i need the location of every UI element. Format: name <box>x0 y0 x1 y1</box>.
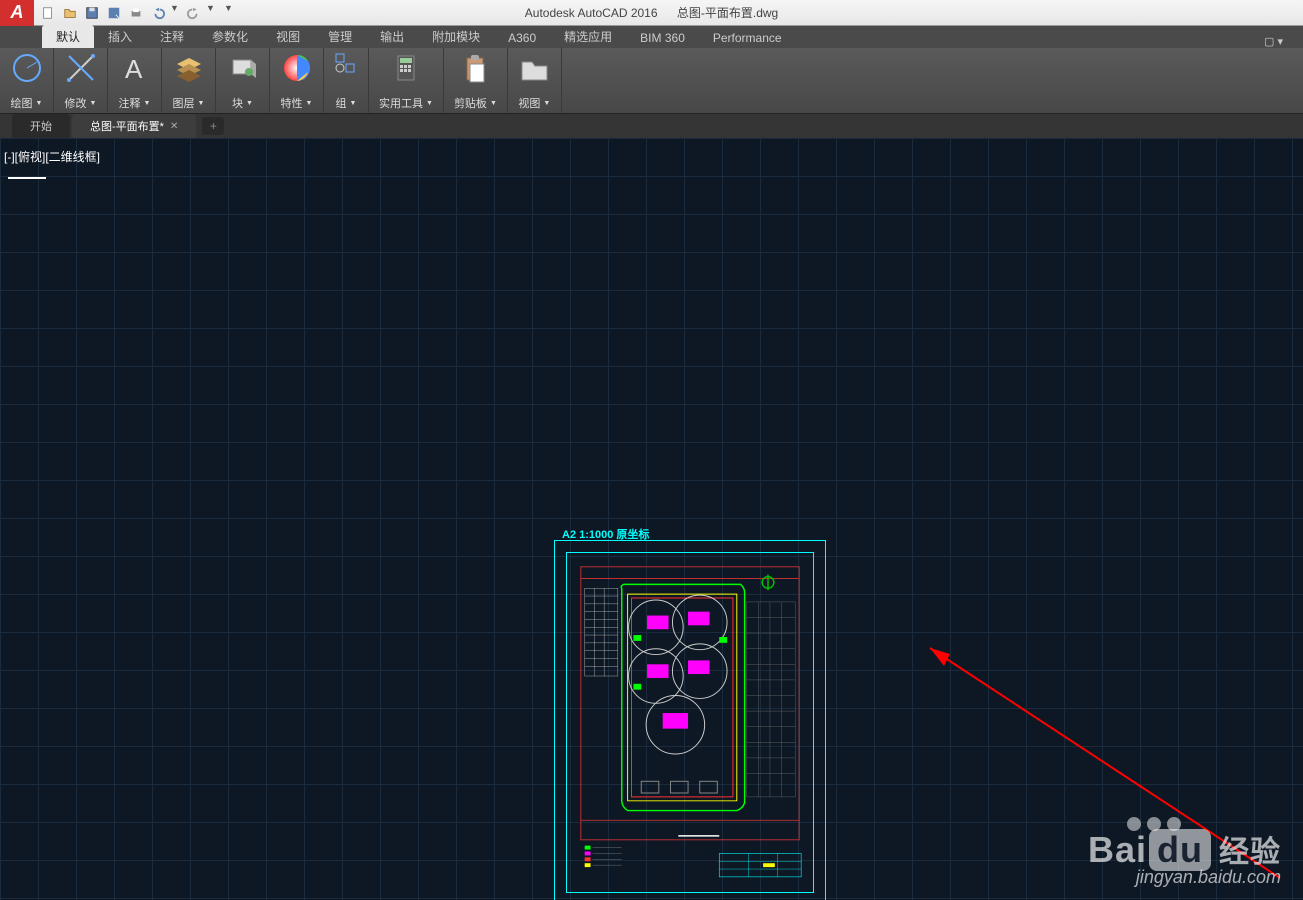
title-bar: A ▼ ▼ ▼ Autodesk AutoCAD 2016 总图-平面布置.dw… <box>0 0 1303 26</box>
svg-text:A: A <box>125 54 143 84</box>
ribbon-tabstrip: 默认 插入 注释 参数化 视图 管理 输出 附加模块 A360 精选应用 BIM… <box>0 26 1303 48</box>
app-name: Autodesk AutoCAD 2016 <box>525 6 658 20</box>
ribbon-tab-output[interactable]: 输出 <box>366 25 418 48</box>
panel-draw[interactable]: 绘图▼ <box>0 48 54 113</box>
panel-annot-label: 注释 <box>119 95 141 111</box>
ribbon-tab-addins[interactable]: 附加模块 <box>418 25 494 48</box>
app-logo[interactable]: A <box>0 0 34 26</box>
ribbon-tab-a360[interactable]: A360 <box>494 28 550 48</box>
document-tabs: 开始 总图-平面布置* ✕ + <box>0 114 1303 138</box>
calculator-icon <box>390 52 422 84</box>
qat-customize-dropdown[interactable]: ▼ <box>224 3 236 23</box>
file-name: 总图-平面布置.dwg <box>677 6 778 20</box>
ribbon-tab-default[interactable]: 默认 <box>42 25 94 48</box>
wm-brand: Bai <box>1088 829 1147 870</box>
ribbon-tab-bim360[interactable]: BIM 360 <box>626 28 699 48</box>
qat-print-icon[interactable] <box>126 3 146 23</box>
qat-redo-icon[interactable] <box>184 3 204 23</box>
ribbon-minimize[interactable]: ▢ ▾ <box>1264 35 1283 48</box>
ribbon-tab-view[interactable]: 视图 <box>262 25 314 48</box>
qat-new-icon[interactable] <box>38 3 58 23</box>
panel-properties[interactable]: 特性▼ <box>270 48 324 113</box>
panel-group[interactable]: 组▼ <box>324 48 369 113</box>
panel-clipboard[interactable]: 剪贴板▼ <box>444 48 508 113</box>
qat-undo-dropdown[interactable]: ▼ <box>170 3 182 23</box>
panel-util-label: 实用工具 <box>379 95 423 111</box>
group-icon <box>334 52 358 76</box>
tab-add-button[interactable]: + <box>202 117 224 135</box>
modify-icon <box>65 52 97 84</box>
ribbon-tab-manage[interactable]: 管理 <box>314 25 366 48</box>
folder-view-icon <box>518 52 550 84</box>
draw-circle-icon <box>11 52 43 84</box>
panel-layer[interactable]: 图层▼ <box>162 48 216 113</box>
panel-annotation[interactable]: A 注释▼ <box>108 48 162 113</box>
panel-block[interactable]: 块▼ <box>216 48 270 113</box>
ribbon-tab-parametric[interactable]: 参数化 <box>198 25 262 48</box>
tab-document[interactable]: 总图-平面布置* ✕ <box>72 114 196 138</box>
wm-du: du <box>1149 829 1211 871</box>
ribbon-tab-featured[interactable]: 精选应用 <box>550 25 626 48</box>
qat-saveas-icon[interactable] <box>104 3 124 23</box>
properties-icon <box>281 52 313 84</box>
drawing-content <box>573 559 807 881</box>
block-icon <box>227 52 259 84</box>
qat-save-icon[interactable] <box>82 3 102 23</box>
panel-draw-label: 绘图 <box>11 95 33 111</box>
drawing-canvas[interactable]: [-][俯视][二维线框] A2 1:1000 原坐标 <box>0 138 1303 900</box>
qat-undo-icon[interactable] <box>148 3 168 23</box>
qat-open-icon[interactable] <box>60 3 80 23</box>
sheet-inner-frame <box>566 552 814 893</box>
viewport-label[interactable]: [-][俯视][二维线框] <box>4 148 100 165</box>
panel-prop-label: 特性 <box>281 95 303 111</box>
qat-redo-dropdown[interactable]: ▼ <box>206 3 218 23</box>
panel-clip-label: 剪贴板 <box>454 95 487 111</box>
close-icon[interactable]: ✕ <box>170 121 178 132</box>
clipboard-icon <box>459 52 491 84</box>
text-icon: A <box>119 52 151 84</box>
panel-layer-label: 图层 <box>173 95 195 111</box>
ribbon: 绘图▼ 修改▼ A 注释▼ 图层▼ 块▼ 特性▼ 组▼ 实用工具▼ 剪贴板▼ 视… <box>0 48 1303 114</box>
tab-start[interactable]: 开始 <box>12 114 70 138</box>
quick-access-toolbar: ▼ ▼ ▼ <box>38 3 236 23</box>
ribbon-tab-insert[interactable]: 插入 <box>94 25 146 48</box>
tab-document-label: 总图-平面布置* <box>90 118 164 134</box>
ribbon-tab-annotate[interactable]: 注释 <box>146 25 198 48</box>
panel-block-label: 块 <box>232 95 243 111</box>
panel-modify-label: 修改 <box>65 95 87 111</box>
wm-exp: 经验 <box>1219 836 1281 869</box>
panel-modify[interactable]: 修改▼ <box>54 48 108 113</box>
window-title: Autodesk AutoCAD 2016 总图-平面布置.dwg <box>525 4 778 21</box>
panel-utilities[interactable]: 实用工具▼ <box>369 48 444 113</box>
tab-start-label: 开始 <box>30 118 52 134</box>
panel-view-label: 视图 <box>518 95 540 111</box>
watermark: Baidu经验 jingyan.baidu.com <box>1088 817 1281 888</box>
ucs-icon <box>8 170 48 186</box>
panel-view[interactable]: 视图▼ <box>508 48 562 113</box>
ribbon-tab-performance[interactable]: Performance <box>699 28 796 48</box>
panel-group-label: 组 <box>336 95 347 111</box>
layer-icon <box>173 52 205 84</box>
